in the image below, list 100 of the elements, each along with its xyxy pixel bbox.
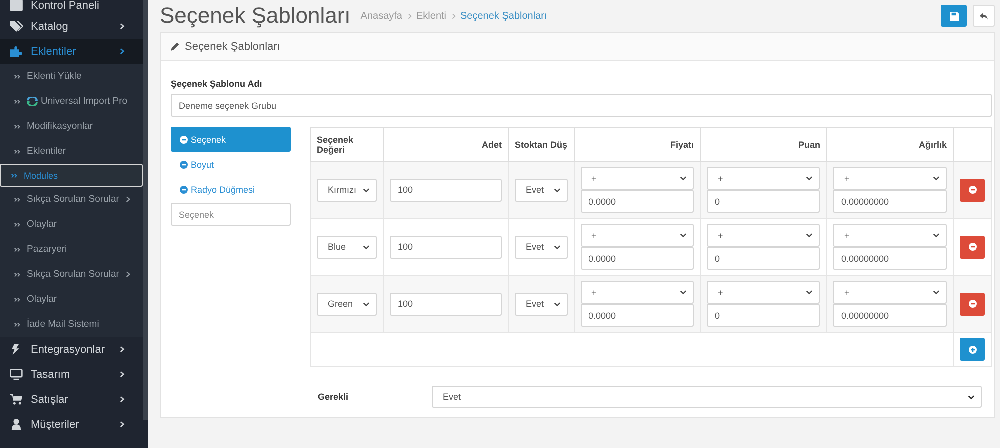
points-prefix-select[interactable]: +	[707, 224, 820, 247]
caret-icon	[680, 290, 687, 295]
menu-item[interactable]: Eklentiler	[0, 39, 143, 64]
scrollbar[interactable]	[143, 0, 148, 420]
caret-icon	[933, 290, 940, 295]
remove-button[interactable]	[960, 292, 985, 316]
weight-input[interactable]: 0.00000000	[833, 304, 947, 327]
puzzle-icon	[10, 46, 23, 57]
minus-circle-icon	[180, 186, 188, 194]
option-tab[interactable]: Radyo Düğmesi	[171, 177, 291, 202]
caret-icon	[680, 233, 687, 238]
weight-input[interactable]: 0.00000000	[833, 190, 947, 213]
chevron-right-icon	[120, 23, 125, 30]
double-chevron-icon	[14, 148, 21, 154]
double-chevron-icon	[14, 296, 21, 302]
points-prefix-select[interactable]: +	[707, 167, 820, 190]
field-label: Şeçenek Şablonu Adı	[171, 79, 264, 89]
chevron-right-icon	[120, 371, 125, 378]
caret-icon	[933, 233, 940, 238]
subtract-select[interactable]: Evet	[515, 236, 568, 258]
remove-button[interactable]	[960, 236, 985, 258]
panel-title: Seçenek Şablonları	[185, 40, 280, 52]
save-icon	[950, 12, 958, 20]
name-input[interactable]: Deneme seçenek Grubu	[171, 94, 992, 117]
required-select[interactable]: Evet	[432, 386, 982, 408]
add-button[interactable]	[960, 338, 985, 361]
chevron-right-icon	[120, 396, 125, 403]
quantity-input[interactable]: 100	[390, 178, 502, 202]
plus-circle-icon	[968, 346, 976, 354]
breadcrumb-separator-icon	[452, 12, 456, 20]
save-button[interactable]	[941, 5, 967, 27]
minus-circle-icon	[968, 243, 976, 251]
double-chevron-icon	[14, 222, 21, 228]
points-input[interactable]: 0	[707, 190, 820, 213]
submenu-item[interactable]: Sıkça Sorulan Sorular	[0, 262, 143, 287]
points-input[interactable]: 0	[707, 304, 820, 327]
points-prefix-select[interactable]: +	[707, 281, 820, 304]
price-input[interactable]: 0.0000	[580, 190, 694, 213]
double-chevron-icon	[11, 172, 18, 178]
field-label: Gerekli	[317, 392, 350, 402]
price-prefix-select[interactable]: +	[580, 224, 694, 247]
price-prefix-select[interactable]: +	[580, 281, 694, 304]
page-title: Seçenek Şablonları	[160, 3, 351, 29]
double-chevron-icon	[14, 124, 21, 130]
caret-icon	[554, 244, 561, 250]
submenu-item[interactable]: Eklentiler	[0, 139, 143, 164]
double-chevron-icon	[14, 196, 21, 202]
chevron-right-icon	[120, 421, 125, 428]
caret-icon	[680, 176, 687, 181]
chevron-right-icon	[126, 196, 131, 203]
option-value-select[interactable]: Kırmızı	[317, 178, 377, 202]
submenu-item[interactable]: İade Mail Sistemi	[0, 312, 143, 337]
breadcrumb-separator-icon	[408, 12, 412, 20]
price-input[interactable]: 0.0000	[580, 247, 694, 270]
quantity-input[interactable]: 100	[390, 292, 502, 316]
subtract-select[interactable]: Evet	[515, 292, 568, 316]
caret-icon	[363, 188, 370, 192]
option-tab[interactable]: Seçenek	[171, 127, 291, 152]
caret-icon	[554, 188, 561, 192]
weight-prefix-select[interactable]: +	[833, 281, 947, 304]
submenu-item[interactable]: Sıkça Sorulan Sorular	[0, 187, 143, 212]
price-input[interactable]: 0.0000	[580, 304, 694, 327]
chevron-right-icon	[126, 271, 131, 278]
weight-prefix-select[interactable]: +	[833, 224, 947, 247]
subtract-select[interactable]: Evet	[515, 178, 568, 202]
monitor-icon	[10, 369, 23, 380]
double-chevron-icon	[14, 322, 21, 328]
submenu-item[interactable]: Modifikasyonlar	[0, 114, 143, 139]
submenu-item[interactable]: Pazaryeri	[0, 237, 143, 262]
caret-icon	[968, 394, 975, 400]
cart-icon	[10, 394, 23, 405]
double-chevron-icon	[14, 246, 21, 252]
back-button[interactable]	[973, 5, 995, 27]
dashboard-icon	[10, 0, 23, 11]
minus-circle-icon	[180, 160, 188, 168]
points-input[interactable]: 0	[707, 247, 820, 270]
caret-icon	[933, 176, 940, 181]
weight-prefix-select[interactable]: +	[833, 167, 947, 190]
caret-icon	[806, 176, 814, 181]
submenu-item[interactable]: Universal Import Pro	[0, 89, 143, 114]
weight-input[interactable]: 0.00000000	[833, 247, 947, 270]
double-chevron-icon	[14, 74, 21, 80]
submenu-item[interactable]: Olaylar	[0, 287, 143, 312]
minus-circle-icon	[968, 186, 976, 194]
pencil-icon	[171, 42, 180, 51]
column-header: Seçenek Değeri	[310, 128, 384, 162]
remove-button[interactable]	[960, 178, 985, 202]
option-value-select[interactable]: Green	[317, 292, 377, 316]
new-option-input[interactable]: Seçenek	[171, 203, 291, 226]
caret-icon	[363, 244, 370, 250]
price-prefix-select[interactable]: +	[580, 167, 694, 190]
minus-circle-icon	[968, 300, 976, 308]
reply-arrow-icon	[980, 12, 988, 20]
submenu-item[interactable]: Olaylar	[0, 212, 143, 237]
submenu-item[interactable]: Modules	[0, 164, 143, 187]
option-value-select[interactable]: Blue	[317, 236, 377, 258]
tag-icon	[10, 21, 23, 32]
option-tab[interactable]: Boyut	[171, 152, 291, 177]
submenu-item[interactable]: Eklenti Yükle	[0, 64, 143, 89]
quantity-input[interactable]: 100	[390, 236, 502, 258]
